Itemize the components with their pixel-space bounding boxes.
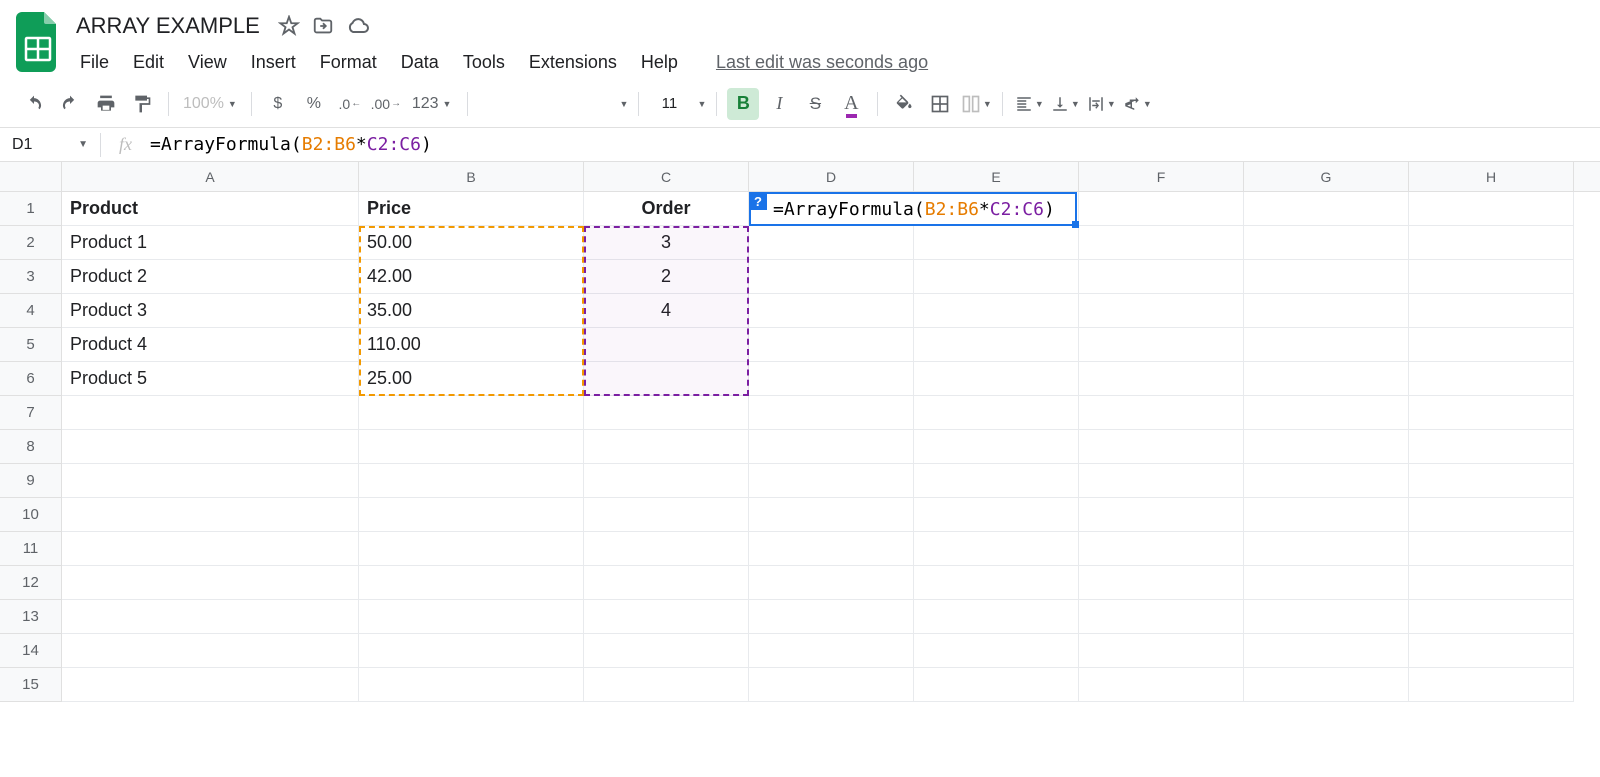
- cell-a1[interactable]: Product: [62, 192, 359, 226]
- col-header-h[interactable]: H: [1409, 162, 1574, 191]
- cell-b6[interactable]: 25.00: [359, 362, 584, 396]
- menu-insert[interactable]: Insert: [241, 48, 306, 77]
- text-color-button[interactable]: A: [835, 88, 867, 120]
- col-header-a[interactable]: A: [62, 162, 359, 191]
- name-box[interactable]: D1▼: [0, 136, 100, 154]
- decrease-decimal-button[interactable]: .0←: [334, 88, 366, 120]
- row-header[interactable]: 3: [0, 260, 61, 294]
- cell-h1[interactable]: [1409, 192, 1574, 226]
- col-header-e[interactable]: E: [914, 162, 1079, 191]
- menu-tools[interactable]: Tools: [453, 48, 515, 77]
- spreadsheet-grid: A B C D E F G H 1 2 3 4 5 6 7 8 9 10 11 …: [0, 162, 1600, 702]
- borders-button[interactable]: [924, 88, 956, 120]
- col-header-b[interactable]: B: [359, 162, 584, 191]
- italic-button[interactable]: I: [763, 88, 795, 120]
- move-icon[interactable]: [312, 15, 334, 37]
- star-icon[interactable]: [278, 15, 300, 37]
- format-percent-button[interactable]: %: [298, 88, 330, 120]
- menu-file[interactable]: File: [70, 48, 119, 77]
- cell-b1[interactable]: Price: [359, 192, 584, 226]
- menu-extensions[interactable]: Extensions: [519, 48, 627, 77]
- row-header[interactable]: 4: [0, 294, 61, 328]
- sheets-logo[interactable]: [12, 8, 64, 76]
- redo-button[interactable]: [54, 88, 86, 120]
- cell-formula-display: =ArrayFormula(B2:B6*C2:C6): [751, 199, 1055, 220]
- menu-edit[interactable]: Edit: [123, 48, 174, 77]
- row-header[interactable]: 5: [0, 328, 61, 362]
- cell-c1[interactable]: Order: [584, 192, 749, 226]
- row-header[interactable]: 10: [0, 498, 61, 532]
- fill-color-button[interactable]: [888, 88, 920, 120]
- formula-input[interactable]: =ArrayFormula(B2:B6*C2:C6): [146, 134, 1600, 155]
- format-currency-button[interactable]: $: [262, 88, 294, 120]
- cells-region[interactable]: Product Price Order Product 1 50.00 3 Pr…: [62, 192, 1600, 702]
- cell-c6[interactable]: [584, 362, 749, 396]
- fx-icon: fx: [101, 134, 146, 155]
- cell-f1[interactable]: [1079, 192, 1244, 226]
- formula-help-icon[interactable]: ?: [749, 192, 767, 210]
- paint-format-button[interactable]: [126, 88, 158, 120]
- menu-view[interactable]: View: [178, 48, 237, 77]
- bold-button[interactable]: B: [727, 88, 759, 120]
- text-rotation-button[interactable]: ▼: [1121, 88, 1153, 120]
- cell-a6[interactable]: Product 5: [62, 362, 359, 396]
- active-cell-d1[interactable]: ? =ArrayFormula(B2:B6*C2:C6): [749, 192, 1077, 226]
- vertical-align-button[interactable]: ▼: [1049, 88, 1081, 120]
- row-header[interactable]: 7: [0, 396, 61, 430]
- cell-a3[interactable]: Product 2: [62, 260, 359, 294]
- menu-data[interactable]: Data: [391, 48, 449, 77]
- more-formats-button[interactable]: 123▼: [406, 88, 458, 120]
- font-dropdown[interactable]: ▼: [478, 88, 628, 120]
- col-header-d[interactable]: D: [749, 162, 914, 191]
- strikethrough-button[interactable]: S: [799, 88, 831, 120]
- column-headers: A B C D E F G H: [0, 162, 1600, 192]
- row-header[interactable]: 13: [0, 600, 61, 634]
- cell-a5[interactable]: Product 4: [62, 328, 359, 362]
- font-size-value[interactable]: 11: [649, 95, 689, 112]
- toolbar: 100% ▼ $ % .0← .00→ 123▼ ▼ 11 ▼ B I S A …: [0, 80, 1600, 128]
- cloud-status-icon[interactable]: [346, 14, 370, 38]
- app-header: ARRAY EXAMPLE File Edit View Insert Form…: [0, 0, 1600, 80]
- cell-b5[interactable]: 110.00: [359, 328, 584, 362]
- cell-c2[interactable]: 3: [584, 226, 749, 260]
- cell-b2[interactable]: 50.00: [359, 226, 584, 260]
- col-header-g[interactable]: G: [1244, 162, 1409, 191]
- row-header[interactable]: 1: [0, 192, 61, 226]
- document-title[interactable]: ARRAY EXAMPLE: [70, 11, 266, 41]
- col-header-f[interactable]: F: [1079, 162, 1244, 191]
- undo-button[interactable]: [18, 88, 50, 120]
- cell-c3[interactable]: 2: [584, 260, 749, 294]
- zoom-dropdown[interactable]: 100% ▼: [179, 95, 241, 113]
- text-wrap-button[interactable]: ▼: [1085, 88, 1117, 120]
- row-header[interactable]: 12: [0, 566, 61, 600]
- row-header[interactable]: 11: [0, 532, 61, 566]
- menu-help[interactable]: Help: [631, 48, 688, 77]
- increase-decimal-button[interactable]: .00→: [370, 88, 402, 120]
- last-edit-link[interactable]: Last edit was seconds ago: [716, 52, 928, 73]
- cell-c5[interactable]: [584, 328, 749, 362]
- row-headers: 1 2 3 4 5 6 7 8 9 10 11 12 13 14 15: [0, 192, 62, 702]
- cell-a2[interactable]: Product 1: [62, 226, 359, 260]
- row-header[interactable]: 8: [0, 430, 61, 464]
- menu-format[interactable]: Format: [310, 48, 387, 77]
- merge-cells-button[interactable]: ▼: [960, 88, 992, 120]
- print-button[interactable]: [90, 88, 122, 120]
- row-header[interactable]: 14: [0, 634, 61, 668]
- col-header-c[interactable]: C: [584, 162, 749, 191]
- font-size-control[interactable]: 11 ▼: [649, 95, 706, 112]
- row-header[interactable]: 9: [0, 464, 61, 498]
- cell-b3[interactable]: 42.00: [359, 260, 584, 294]
- row-header[interactable]: 15: [0, 668, 61, 702]
- cell-c4[interactable]: 4: [584, 294, 749, 328]
- menu-bar: File Edit View Insert Format Data Tools …: [70, 44, 1588, 80]
- cell-g1[interactable]: [1244, 192, 1409, 226]
- row-header[interactable]: 2: [0, 226, 61, 260]
- fill-handle[interactable]: [1072, 221, 1079, 228]
- cell-a4[interactable]: Product 3: [62, 294, 359, 328]
- horizontal-align-button[interactable]: ▼: [1013, 88, 1045, 120]
- cell-b4[interactable]: 35.00: [359, 294, 584, 328]
- row-header[interactable]: 6: [0, 362, 61, 396]
- formula-bar: D1▼ fx =ArrayFormula(B2:B6*C2:C6): [0, 128, 1600, 162]
- select-all-corner[interactable]: [0, 162, 62, 191]
